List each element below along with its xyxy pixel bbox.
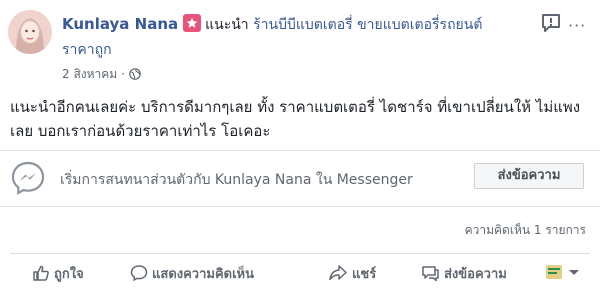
globe-icon	[129, 68, 141, 83]
send-button[interactable]: ส่งข้อความ	[420, 263, 507, 284]
more-options-icon[interactable]: ···	[568, 16, 586, 35]
share-button[interactable]: แชร์	[328, 263, 376, 284]
comment-icon	[130, 265, 148, 282]
avatar[interactable]	[8, 10, 52, 54]
page-link-line2[interactable]: ราคาถูก	[62, 42, 112, 58]
messenger-icon	[10, 160, 46, 196]
send-message-chat-icon	[422, 266, 439, 282]
messenger-prompt-text: เริ่มการสนทนาส่วนตัวกับ Kunlaya Nana ใน …	[60, 172, 413, 188]
post-body: แนะนำอีกคนเลยค่ะ บริการดีมากๆเลย ทั้ง รา…	[10, 98, 581, 140]
share-label: แชร์	[352, 267, 377, 282]
meta-separator: ·	[121, 67, 126, 81]
reaction-identity-selector[interactable]	[545, 263, 579, 285]
action-bar: ถูกใจ แสดงความคิดเห็น แชร์ ส่งข้อความ	[10, 253, 590, 294]
post-header: Kunlaya Nana แนะนำ ร้านบีบีแบตเตอรี่ ขายแ…	[62, 14, 482, 36]
author-name[interactable]: Kunlaya Nana	[62, 15, 178, 33]
post-date[interactable]: 2 สิงหาคม	[62, 67, 117, 81]
comments-count[interactable]: ความคิดเห็น 1 รายการ	[465, 221, 586, 240]
comment-label: แสดงความคิดเห็น	[152, 267, 255, 282]
recommend-label: แนะนำ	[205, 17, 249, 33]
send-label: ส่งข้อความ	[444, 267, 507, 282]
recommendation-badge-icon	[183, 14, 202, 32]
messenger-prompt: เริ่มการสนทนาส่วนตัวกับ Kunlaya Nana ใน …	[0, 150, 600, 207]
comment-button[interactable]: แสดงความคิดเห็น	[130, 263, 254, 284]
send-message-button[interactable]: ส่งข้อความ	[474, 163, 584, 189]
like-icon	[33, 265, 49, 281]
share-icon	[329, 265, 347, 281]
post-meta: 2 สิงหาคม ·	[62, 65, 141, 84]
like-label: ถูกใจ	[54, 267, 84, 282]
page-link[interactable]: ร้านบีบีแบตเตอรี่ ขายแบตเตอรี่รถยนต์	[253, 17, 482, 33]
page-link-continuation[interactable]: ราคาถูก	[62, 39, 112, 61]
send-message-icon[interactable]	[540, 12, 562, 34]
chevron-down-icon	[569, 270, 579, 275]
review-post: Kunlaya Nana แนะนำ ร้านบีบีแบตเตอรี่ ขายแ…	[0, 0, 600, 300]
like-button[interactable]: ถูกใจ	[32, 263, 84, 284]
